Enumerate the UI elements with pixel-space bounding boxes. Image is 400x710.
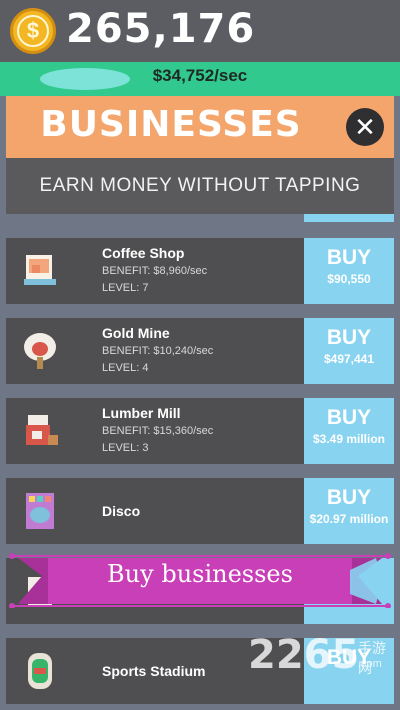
- buy-button[interactable]: BUY $497,441: [304, 318, 394, 384]
- watermark-number: 2265: [248, 632, 360, 678]
- close-button[interactable]: ✕: [346, 108, 384, 146]
- close-icon: ✕: [354, 112, 376, 142]
- buy-label: BUY: [326, 406, 372, 429]
- business-row-coffee-shop: Coffee Shop BENEFIT: $8,960/sec LEVEL: 7…: [6, 238, 394, 304]
- modal-title: BUSINESSES: [40, 104, 302, 145]
- business-level: LEVEL: 4: [102, 362, 149, 374]
- banner-text: Buy businesses: [107, 560, 293, 588]
- top-bar: $ 265,176: [0, 0, 400, 62]
- modal-subtitle: EARN MONEY WITHOUT TAPPING: [6, 158, 394, 214]
- buy-price: $20.97 million: [309, 512, 389, 526]
- buy-label: BUY: [326, 326, 372, 349]
- tutorial-banner: Buy businesses: [0, 550, 400, 609]
- business-benefit: BENEFIT: $8,960/sec: [102, 265, 208, 277]
- buy-price: $497,441: [323, 352, 375, 366]
- watermark-url: .com: [358, 658, 382, 670]
- coin-icon: $: [10, 8, 56, 54]
- buy-button[interactable]: BUY $3.49 million: [304, 398, 394, 464]
- lumber-mill-icon: [26, 415, 58, 445]
- business-benefit: BENEFIT: $15,360/sec: [102, 425, 214, 437]
- business-row-gold-mine: Gold Mine BENEFIT: $10,240/sec LEVEL: 4 …: [6, 318, 394, 384]
- business-row-disco: Disco BUY $20.97 million: [6, 478, 394, 544]
- income-rate: $34,752/sec: [152, 66, 248, 85]
- businesses-modal: BUSINESSES ✕ EARN MONEY WITHOUT TAPPING …: [6, 96, 394, 710]
- business-name: Gold Mine: [102, 325, 170, 341]
- coffee-shop-icon: [24, 255, 56, 285]
- gold-mine-icon: [24, 333, 56, 369]
- business-level: LEVEL: 3: [102, 442, 149, 454]
- business-name: Disco: [102, 503, 141, 519]
- site-watermark: 2265 手游网 .com: [248, 632, 398, 692]
- buy-label: BUY: [326, 246, 372, 269]
- buy-label: BUY: [326, 486, 372, 509]
- business-benefit: BENEFIT: $10,240/sec: [102, 345, 214, 357]
- buy-button-partial[interactable]: [304, 214, 394, 222]
- business-level: LEVEL: 7: [102, 282, 149, 294]
- buy-button[interactable]: BUY $90,550: [304, 238, 394, 304]
- disco-icon: [26, 493, 54, 529]
- business-name: Sports Stadium: [102, 663, 206, 679]
- business-name: Lumber Mill: [102, 405, 181, 421]
- buy-price: $3.49 million: [312, 432, 386, 446]
- coin-balance: 265,176: [66, 6, 256, 52]
- buy-price: $90,550: [327, 272, 371, 286]
- business-name: Coffee Shop: [102, 245, 185, 261]
- modal-header: BUSINESSES ✕: [6, 96, 394, 158]
- sports-stadium-icon: [28, 653, 52, 689]
- business-row-lumber-mill: Lumber Mill BENEFIT: $15,360/sec LEVEL: …: [6, 398, 394, 464]
- buy-button[interactable]: BUY $20.97 million: [304, 478, 394, 544]
